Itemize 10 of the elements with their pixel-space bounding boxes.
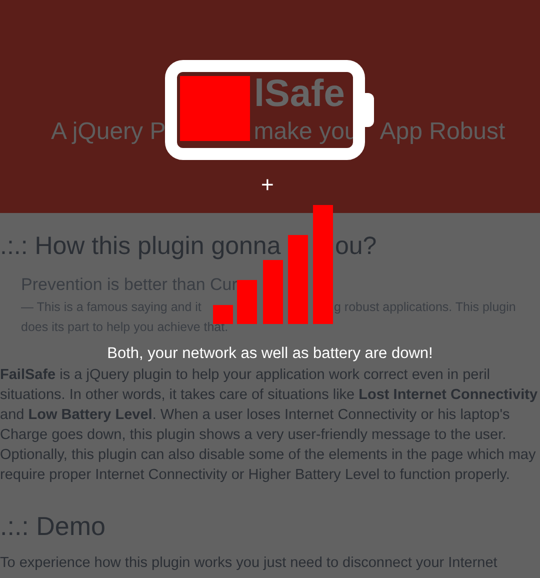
battery-icon	[165, 60, 376, 160]
plus-sign: +	[261, 172, 274, 198]
demo-paragraph: To experience how this plugin works you just need to disconnect your Internet	[0, 554, 498, 573]
site-subtitle: App Robust	[380, 117, 506, 147]
alert-message: Both, your network as well as battery are down!	[106, 344, 434, 364]
site-title: lSafe	[254, 72, 345, 116]
section-heading: .:.: Demo	[0, 510, 106, 543]
site-subtitle: A jQuery P	[51, 117, 166, 147]
section-heading: .:.: How this plugin gonna	[0, 232, 281, 260]
section-heading: ou?	[335, 231, 377, 262]
